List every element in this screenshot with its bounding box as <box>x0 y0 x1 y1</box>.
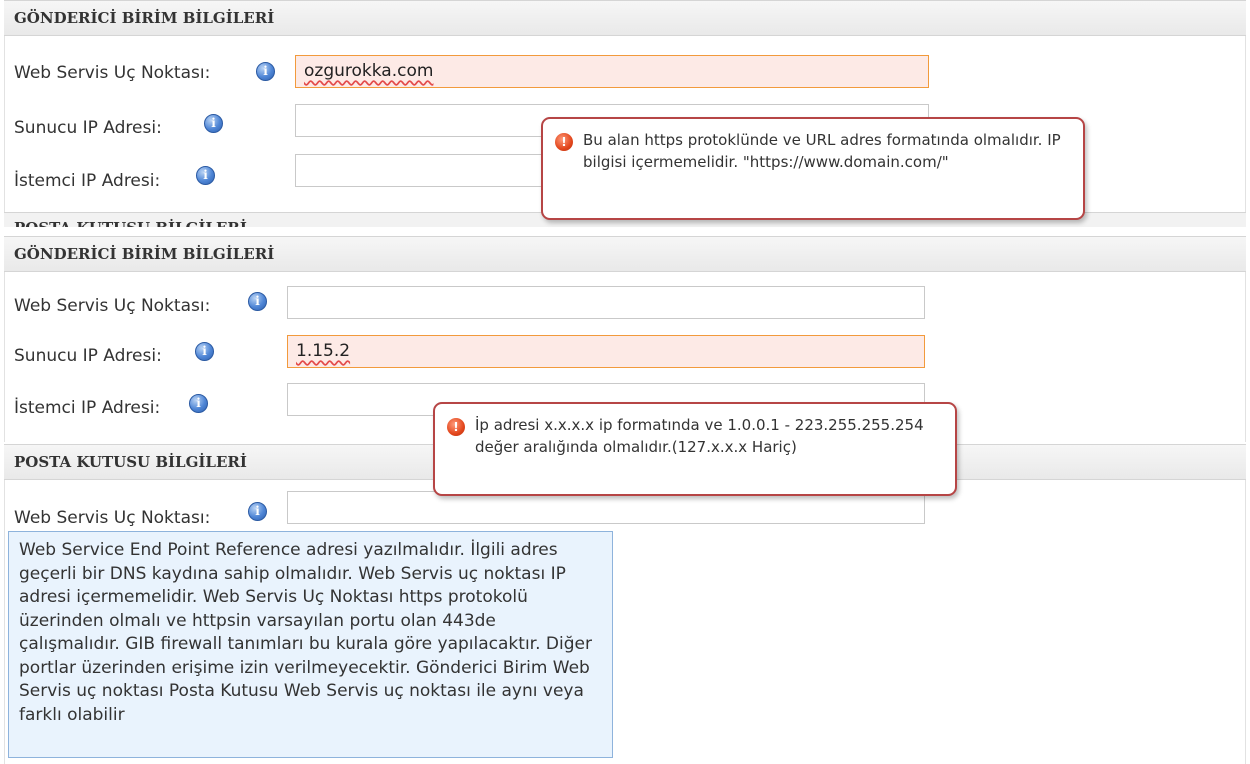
error-icon: ! <box>447 418 465 436</box>
section-header-sender-1: GÖNDERİCİ BİRİM BİLGİLERİ <box>4 0 1246 36</box>
web-endpoint-input[interactable]: ozgurokka.com <box>295 55 929 88</box>
web-endpoint-error-tooltip: ! Bu alan https protoklünde ve URL adres… <box>541 117 1085 220</box>
info-icon[interactable]: i <box>256 62 275 81</box>
section-title: GÖNDERİCİ BİRİM BİLGİLERİ <box>14 245 275 263</box>
error-icon: ! <box>555 133 573 151</box>
info-icon[interactable]: i <box>248 502 267 521</box>
info-icon[interactable]: i <box>189 394 208 413</box>
ip-error-tooltip: ! İp adresi x.x.x.x ip formatında ve 1.0… <box>433 402 957 496</box>
client-ip-label: İstemci IP Adresi: <box>14 398 161 418</box>
section-header-sender-2: GÖNDERİCİ BİRİM BİLGİLERİ <box>4 236 1246 272</box>
web-endpoint-label: Web Servis Uç Noktası: <box>14 296 211 316</box>
web-endpoint-input[interactable] <box>287 286 925 319</box>
info-icon[interactable]: i <box>204 114 223 133</box>
server-ip-label: Sunucu IP Adresi: <box>14 118 162 138</box>
info-icon[interactable]: i <box>248 292 267 311</box>
error-message: Bu alan https protoklünde ve URL adres f… <box>583 131 1061 171</box>
server-ip-label: Sunucu IP Adresi: <box>14 346 162 366</box>
section-title: GÖNDERİCİ BİRİM BİLGİLERİ <box>14 9 275 27</box>
error-message: İp adresi x.x.x.x ip formatında ve 1.0.0… <box>475 416 924 456</box>
server-ip-input[interactable]: 1.15.2 <box>287 335 925 368</box>
web-endpoint-label: Web Servis Uç Noktası: <box>14 63 211 83</box>
help-text: Web Service End Point Reference adresi y… <box>19 540 592 725</box>
info-icon[interactable]: i <box>195 342 214 361</box>
section-title: POSTA KUTUSU BİLGİLERİ <box>14 453 247 471</box>
web-endpoint-help-tooltip: Web Service End Point Reference adresi y… <box>8 531 613 758</box>
info-icon[interactable]: i <box>196 166 215 185</box>
web-endpoint-label: Web Servis Uç Noktası: <box>14 508 211 528</box>
client-ip-label: İstemci IP Adresi: <box>14 171 161 191</box>
